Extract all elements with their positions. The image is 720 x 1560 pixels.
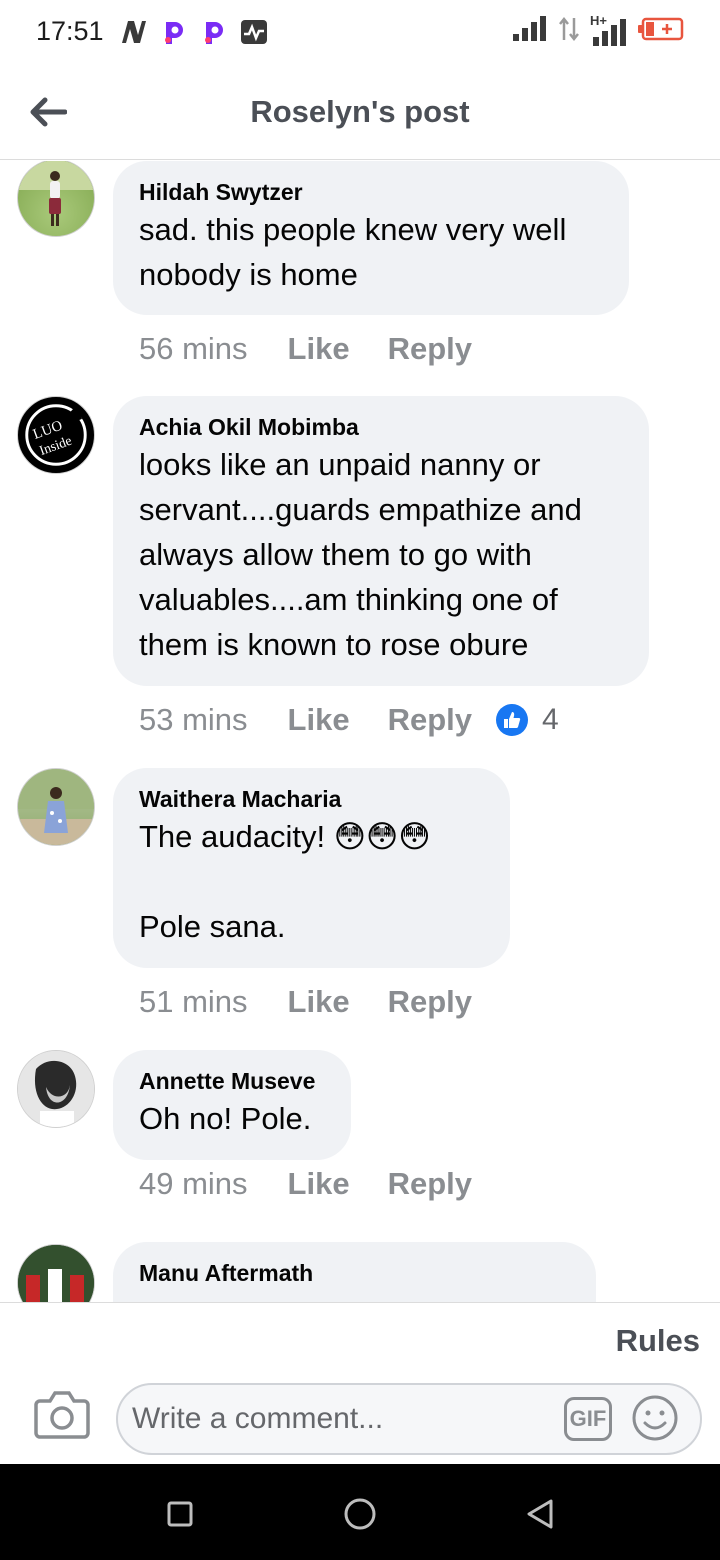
reply-button[interactable]: Reply: [388, 984, 472, 1020]
recents-button[interactable]: [160, 1494, 200, 1534]
activity-icon: [240, 18, 268, 46]
comment-input[interactable]: [132, 1395, 552, 1443]
status-bar: 17:51 H+: [0, 0, 720, 66]
p-app-icon: [200, 18, 228, 46]
status-system-icons: H+: [512, 13, 684, 47]
triangle-back-icon: [527, 1499, 553, 1529]
signal-hplus-icon: H+: [590, 13, 628, 47]
comment-bubble[interactable]: Hildah Swytzer sad. this people knew ver…: [113, 161, 629, 315]
like-button[interactable]: Like: [288, 331, 350, 367]
comment-author[interactable]: Hildah Swytzer: [139, 177, 603, 207]
reply-button[interactable]: Reply: [388, 331, 472, 367]
data-arrows-icon: [558, 16, 580, 47]
comment-text: sad. this people knew very well nobody i…: [139, 212, 567, 292]
circle-icon: [344, 1498, 376, 1530]
comment-time[interactable]: 53 mins: [139, 702, 248, 738]
like-button[interactable]: Like: [288, 984, 350, 1020]
reaction-summary[interactable]: 4: [496, 703, 559, 737]
n-app-icon: [120, 18, 148, 46]
comment-text: The audacity! 😳😳😳 Pole sana.: [139, 819, 431, 944]
back-nav-button[interactable]: [520, 1494, 560, 1534]
avatar[interactable]: [17, 768, 95, 846]
comment-text: looks like an unpaid nanny or servant...…: [139, 447, 582, 662]
status-notification-icons: [120, 18, 268, 46]
avatar[interactable]: [17, 161, 95, 237]
rules-link[interactable]: Rules: [616, 1323, 700, 1359]
comment-author[interactable]: Annette Museve: [139, 1066, 325, 1096]
comment-box[interactable]: GIF: [116, 1383, 702, 1455]
comment-composer: Rules GIF: [0, 1302, 720, 1464]
square-icon: [167, 1501, 193, 1527]
comment-bubble[interactable]: Achia Okil Mobimba looks like an unpaid …: [113, 396, 649, 686]
like-button[interactable]: Like: [288, 702, 350, 738]
like-button[interactable]: Like: [288, 1166, 350, 1202]
thumbs-up-icon: [496, 704, 528, 736]
p-app-icon: [160, 18, 188, 46]
reply-button[interactable]: Reply: [388, 1166, 472, 1202]
system-nav-bar: [0, 1464, 720, 1560]
avatar[interactable]: [17, 1244, 95, 1302]
avatar[interactable]: [17, 1050, 95, 1128]
page-title: Roselyn's post: [250, 94, 470, 129]
comment-actions: 53 mins Like Reply 4: [139, 702, 559, 738]
comment-author[interactable]: Manu Aftermath: [139, 1258, 570, 1288]
reply-button[interactable]: Reply: [388, 702, 472, 738]
comment-actions: 56 mins Like Reply: [139, 331, 510, 367]
comment-bubble[interactable]: Annette Museve Oh no! Pole.: [113, 1050, 351, 1160]
comment-actions: 49 mins Like Reply: [139, 1166, 510, 1202]
emoji-button[interactable]: [630, 1393, 680, 1443]
comment-actions: 51 mins Like Reply: [139, 984, 510, 1020]
comment-time[interactable]: 51 mins: [139, 984, 248, 1020]
comments-list[interactable]: Hildah Swytzer sad. this people knew ver…: [0, 161, 720, 1302]
gif-button[interactable]: GIF: [564, 1397, 612, 1441]
avatar[interactable]: LUO Inside: [17, 396, 95, 474]
reaction-count: 4: [542, 703, 559, 736]
smiley-icon: [632, 1395, 678, 1441]
post-header: Roselyn's post: [0, 66, 720, 160]
comment-bubble[interactable]: Manu Aftermath: [113, 1242, 596, 1302]
comment-bubble[interactable]: Waithera Macharia The audacity! 😳😳😳 Pole…: [113, 768, 510, 968]
comment-time[interactable]: 49 mins: [139, 1166, 248, 1202]
signal-icon: [512, 16, 548, 47]
comment-author[interactable]: Achia Okil Mobimba: [139, 412, 623, 442]
comment-time[interactable]: 56 mins: [139, 331, 248, 367]
camera-icon: [34, 1391, 90, 1439]
status-time: 17:51: [36, 16, 104, 46]
comment-text: Oh no! Pole.: [139, 1101, 312, 1136]
camera-button[interactable]: [34, 1389, 90, 1439]
comment-author[interactable]: Waithera Macharia: [139, 784, 484, 814]
home-button[interactable]: [340, 1494, 380, 1534]
battery-icon: [638, 17, 684, 46]
